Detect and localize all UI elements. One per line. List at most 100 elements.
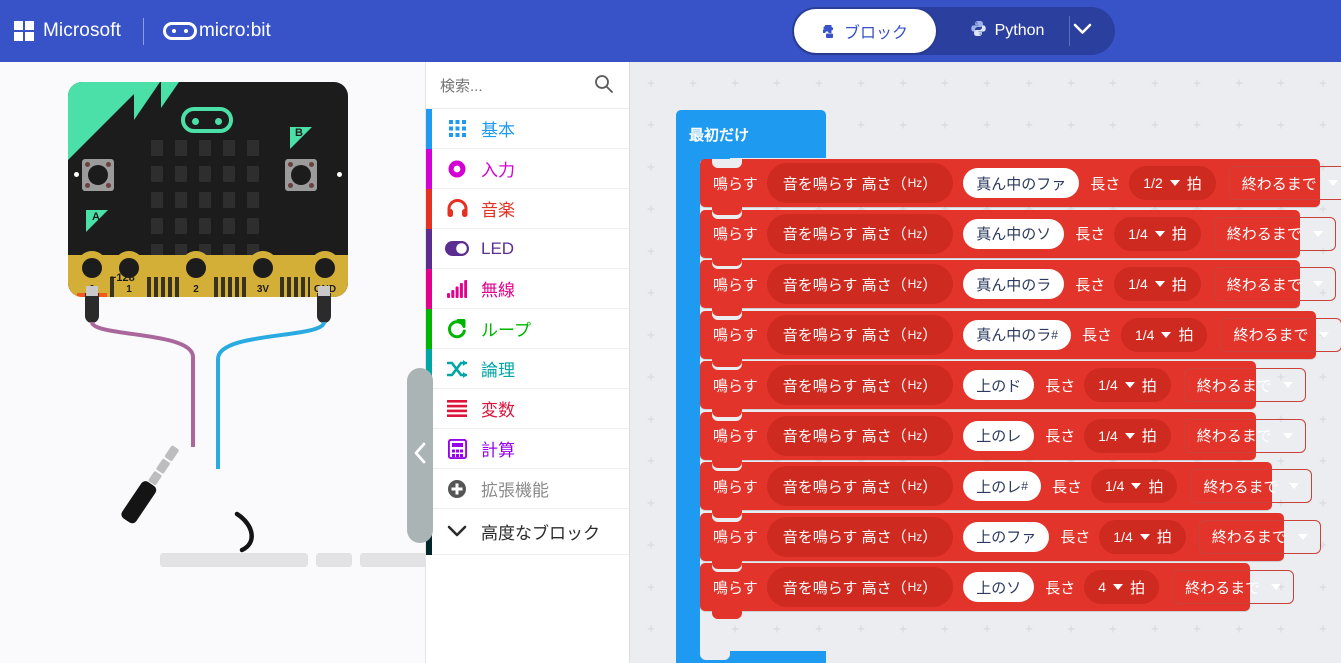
toolbox-category-extensions[interactable]: 拡張機能 [426, 469, 629, 509]
simulator-controls[interactable] [160, 553, 425, 567]
play-tone-function: 音を鳴らす 高さ（ Hz） [766, 314, 954, 355]
toolbox-category-variables[interactable]: 変数 [426, 389, 629, 429]
until-done-dropdown[interactable]: 終わるまで [1183, 368, 1306, 402]
until-done-dropdown[interactable]: 終わるまで [1198, 519, 1321, 554]
note-sharp-sign: # [1051, 327, 1058, 342]
tab-python[interactable]: Python [952, 7, 1062, 55]
puzzle-piece-icon [822, 24, 837, 39]
until-done-dropdown[interactable]: 終わるまで [1183, 418, 1306, 453]
until-done-dropdown[interactable]: 終わるまで [1213, 216, 1336, 251]
pin-2[interactable]: 2 [181, 251, 211, 297]
beats-unit: 拍 [1141, 428, 1157, 445]
play-tone-hz-unit: Hz [907, 226, 923, 241]
note-sharp-sign: # [1021, 479, 1028, 493]
chevron-down-icon [1312, 230, 1323, 237]
toolbox-advanced-label: 高度なブロック [481, 524, 600, 543]
play-tone-function-close: ） [922, 226, 938, 243]
usb-connector-icon [181, 107, 233, 133]
beats-dropdown[interactable]: 1/4 拍 [1099, 519, 1186, 554]
toolbox-category-extensions-label: 拡張機能 [481, 481, 549, 500]
chevron-down-icon [1271, 584, 1282, 590]
brand-area: Microsoft micro:bit [14, 17, 271, 45]
play-tone-block[interactable]: 鳴らす 音を鳴らす 高さ（ Hz）上のレ 長さ 1/4 拍終わるまで [700, 411, 1306, 468]
beats-dropdown[interactable]: 1/2 拍 [1129, 166, 1216, 200]
play-tone-block[interactable]: 鳴らす 音を鳴らす 高さ（ Hz）上のレ # 長さ 1/4 拍終わるまで [700, 462, 1313, 518]
toolbox-category-loops[interactable]: ループ [426, 309, 629, 349]
beats-unit: 拍 [1171, 276, 1187, 294]
beats-dropdown[interactable]: 1/4 拍 [1084, 368, 1171, 402]
duration-label: 長さ [1045, 428, 1076, 445]
beats-dropdown[interactable]: 4拍 [1084, 570, 1160, 604]
play-tone-block[interactable]: 鳴らす 音を鳴らす 高さ（ Hz）真ん中のファ 長さ 1/2 拍終わるまで [700, 159, 1341, 215]
until-done-dropdown[interactable]: 終わるまで [1228, 166, 1341, 200]
until-done-dropdown[interactable]: 終わるまで [1220, 317, 1341, 352]
beats-value: 1/4 [1113, 528, 1133, 545]
toolbox-category-basic[interactable]: 基本 [426, 109, 629, 149]
play-tone-hz-unit: Hz [907, 580, 923, 594]
play-tone-block[interactable]: 鳴らす 音を鳴らす 高さ（ Hz）上のソ 長さ 4 拍終わるまで [700, 563, 1295, 619]
beats-dropdown[interactable]: 1/4 拍 [1114, 216, 1201, 251]
toolbox-category-radio[interactable]: 無線 [426, 269, 629, 309]
pin-3v[interactable]: 3V [248, 251, 278, 297]
beats-unit: 拍 [1130, 579, 1146, 597]
microbit-simulator[interactable]: A B 0 1 [68, 82, 425, 567]
play-tone-block[interactable]: 鳴らす 音を鳴らす 高さ（ Hz）真ん中のラ 長さ 1/4 拍終わるまで [700, 260, 1336, 316]
play-tone-hz-unit: Hz [907, 378, 923, 392]
chevron-down-icon [1169, 180, 1180, 186]
sim-control-right[interactable] [360, 553, 425, 567]
app-header: Microsoft micro:bit ブロック Python [0, 0, 1341, 62]
note-dropdown[interactable]: 上のファ [963, 521, 1050, 552]
beats-dropdown[interactable]: 1/4 拍 [1120, 317, 1208, 352]
beats-value: 1/4 [1098, 377, 1118, 393]
until-done-dropdown[interactable]: 終わるまで [1190, 469, 1313, 503]
button-b[interactable] [285, 159, 317, 191]
toolbox-collapse-handle[interactable] [407, 368, 433, 543]
play-tone-block[interactable]: 鳴らす 音を鳴らす 高さ（ Hz）真ん中のソ 長さ 1/4 拍終わるまで [700, 209, 1336, 266]
note-dropdown-value: 真ん中のファ [976, 175, 1067, 193]
loop-arrow-icon [444, 318, 470, 339]
brand-divider [142, 17, 144, 45]
play-tone-function-close: ） [922, 579, 938, 597]
toolbox-advanced-toggle[interactable]: 高度なブロック [426, 509, 629, 555]
sim-control-main[interactable] [160, 553, 308, 567]
note-dropdown[interactable]: 真ん中のラ [963, 269, 1065, 299]
button-a[interactable] [82, 159, 114, 191]
play-tone-function: 音を鳴らす 高さ（ Hz） [766, 365, 954, 405]
note-dropdown[interactable]: 上のソ [963, 572, 1035, 602]
blocks-workspace[interactable]: 最初だけ 鳴らす 音を鳴らす 高さ（ Hz）真ん中のファ 長さ 1/2 拍終わるまで 鳴らす… [630, 62, 1341, 663]
note-dropdown[interactable]: 真ん中のソ [963, 218, 1065, 249]
play-tone-block[interactable]: 鳴らす 音を鳴らす 高さ（ Hz）真ん中のラ # 長さ 1/4 拍終わるまで [700, 310, 1341, 367]
headphone-wires [90, 321, 326, 553]
beats-dropdown[interactable]: 1/4 拍 [1114, 267, 1201, 301]
until-done-dropdown[interactable]: 終わるまで [1213, 267, 1336, 301]
note-dropdown[interactable]: 上のレ # [963, 471, 1041, 501]
pin-2-label: 2 [193, 284, 199, 295]
search-icon[interactable] [594, 74, 613, 98]
note-dropdown[interactable]: 上のド [963, 370, 1035, 400]
note-dropdown[interactable]: 真ん中のファ [963, 168, 1080, 198]
play-tone-block[interactable]: 鳴らす 音を鳴らす 高さ（ Hz）上のファ 長さ 1/4 拍終わるまで [700, 512, 1321, 569]
play-tone-function-label: 音を鳴らす 高さ（ [782, 428, 907, 445]
beats-unit: 拍 [1156, 529, 1172, 546]
play-tone-function-close: ） [922, 529, 938, 546]
play-tone-block[interactable]: 鳴らす 音を鳴らす 高さ（ Hz）上のド 長さ 1/4 拍終わるまで [700, 361, 1306, 417]
toolbox-category-math[interactable]: 計算 [426, 429, 629, 469]
beats-dropdown[interactable]: 1/4 拍 [1084, 418, 1171, 453]
note-dropdown[interactable]: 上のレ [963, 420, 1035, 451]
beats-dropdown[interactable]: 1/4 拍 [1090, 469, 1178, 503]
note-dropdown-value: 上のレ [976, 478, 1022, 496]
toolbox-category-music[interactable]: 音楽 [426, 189, 629, 229]
note-dropdown[interactable]: 真ん中のラ # [963, 319, 1071, 350]
until-done-dropdown[interactable]: 終わるまで [1172, 570, 1295, 604]
search-input[interactable] [440, 72, 590, 100]
play-tone-hz-unit: Hz [907, 479, 923, 493]
sim-control-mid[interactable] [316, 553, 352, 567]
play-tone-function-close: ） [922, 428, 938, 445]
tab-blocks[interactable]: ブロック [794, 9, 936, 53]
play-tone-function-label: 音を鳴らす 高さ（ [782, 478, 907, 496]
toolbox-category-led[interactable]: LED [426, 229, 629, 269]
on-start-header: 最初だけ [676, 110, 826, 166]
toolbox-category-logic[interactable]: 論理 [426, 349, 629, 389]
language-dropdown-button[interactable] [1059, 7, 1105, 55]
toolbox-category-input[interactable]: 入力 [426, 149, 629, 189]
